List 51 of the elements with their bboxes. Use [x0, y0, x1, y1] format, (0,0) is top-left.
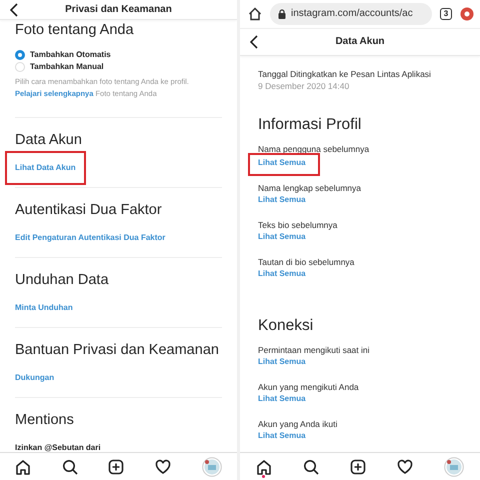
back-icon[interactable] — [10, 2, 18, 16]
add-icon[interactable] — [108, 458, 124, 474]
section-link[interactable]: Edit Pengaturan Autentikasi Dua Faktor — [15, 232, 166, 244]
radio-option[interactable]: Tambahkan Otomatis — [15, 49, 222, 61]
item-label: Teks bio sebelumnya — [258, 219, 338, 231]
view-all-link[interactable]: Lihat Semua — [258, 393, 306, 405]
info-label: Tanggal Ditingkatkan ke Pesan Lintas Aplikasi — [258, 68, 431, 80]
home-icon[interactable] — [256, 458, 272, 474]
item-label: Nama lengkap sebelumnya — [258, 182, 362, 194]
extension-icon[interactable] — [460, 7, 474, 21]
view-all-link[interactable]: Lihat Semua — [250, 155, 318, 174]
item-label: Akun yang Anda ikuti — [258, 418, 338, 430]
home-icon[interactable] — [248, 7, 262, 21]
section-heading: Foto tentang Anda — [15, 21, 134, 40]
info-value: 9 Desember 2020 14:40 — [258, 80, 350, 92]
tab-count-button[interactable]: 3 — [440, 8, 452, 20]
section-link[interactable]: Dukungan — [15, 372, 54, 384]
view-all-link[interactable]: Lihat Semua — [258, 356, 306, 368]
section-heading: Mentions — [15, 411, 74, 430]
lock-icon — [278, 9, 286, 19]
view-all-link[interactable]: Lihat Semua — [258, 430, 306, 442]
address-bar[interactable]: instagram.com/accounts/ac — [270, 3, 432, 25]
back-icon[interactable] — [250, 35, 258, 49]
view-all-link[interactable]: Lihat Semua — [258, 194, 306, 206]
heart-icon[interactable] — [155, 458, 172, 474]
avatar-icon[interactable] — [444, 456, 464, 476]
page-title: Data Akun — [335, 36, 385, 48]
section-heading: Koneksi — [258, 316, 314, 336]
item-label: Nama pengguna sebelumnya — [258, 143, 370, 155]
radio-button[interactable] — [15, 50, 25, 60]
section-heading: Data Akun — [15, 131, 82, 150]
section-heading: Autentikasi Dua Faktor — [15, 201, 162, 220]
home-icon[interactable] — [15, 458, 32, 474]
item-label: Permintaan mengikuti saat ini — [258, 344, 370, 356]
section-link[interactable]: Lihat Data Akun — [7, 153, 84, 183]
view-all-link[interactable]: Lihat Semua — [258, 268, 306, 280]
section-link[interactable]: Minta Unduhan — [15, 302, 73, 314]
section-heading: Unduhan Data — [15, 271, 109, 290]
item-label: Akun yang mengikuti Anda — [258, 381, 359, 393]
page-title: Privasi dan Keamanan — [65, 4, 172, 16]
radio-option[interactable]: Tambahkan Manual — [15, 61, 222, 73]
view-all-link[interactable]: Lihat Semua — [258, 231, 306, 243]
search-icon[interactable] — [302, 458, 319, 474]
item-label: Tautan di bio sebelumnya — [258, 256, 354, 268]
section-heading: Informasi Profil — [258, 115, 362, 135]
avatar-icon[interactable] — [202, 456, 222, 476]
heart-icon[interactable] — [397, 458, 414, 474]
add-icon[interactable] — [350, 458, 366, 474]
search-icon[interactable] — [62, 458, 78, 474]
section-heading: Bantuan Privasi dan Keamanan — [15, 341, 219, 360]
section-subheading: Izinkan @Sebutan dari — [15, 442, 101, 452]
